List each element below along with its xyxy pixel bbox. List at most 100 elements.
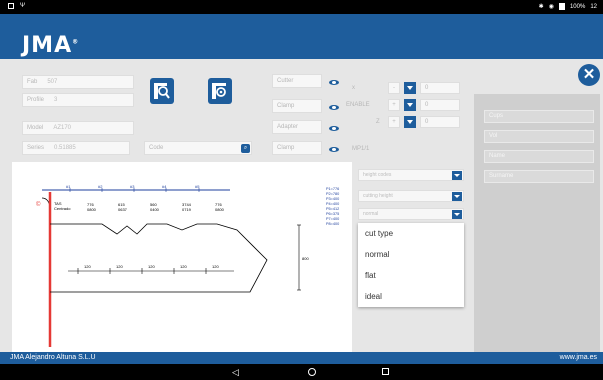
model-label: Model [27,125,44,131]
code-search-icon[interactable]: ⌕ [241,144,250,153]
signal-icon: Ψ [20,3,26,9]
wifi-icon: ◉ [548,4,554,10]
cutting-height-select[interactable]: cutting height [358,190,464,202]
recent-apps-icon[interactable] [382,368,389,375]
stepper-value-1-text: 0 [425,85,429,91]
stepper-value-3[interactable]: 0 [420,116,460,128]
jma-logo: JMA® [22,33,79,58]
clamp-field[interactable]: Clamp [272,99,322,113]
stepper-arrow-1[interactable] [404,82,416,94]
stepper-plus-3[interactable]: + [388,116,400,128]
clamp2-field[interactable]: Clamp [272,141,322,155]
cut-type-select[interactable]: normal [358,208,464,220]
chevron-down-icon [452,192,462,201]
website-link[interactable]: www.jma.es [560,354,597,361]
series-label: Series [27,145,45,151]
surname-input[interactable]: Surname [484,170,594,183]
adapter-label: Adapter [277,124,299,130]
app-header: JMA® [0,14,603,59]
spacing-labels: 120 120 120 120 120 [77,264,219,274]
option-flat[interactable]: flat [358,265,464,286]
clamp2-eye-icon[interactable] [329,146,339,153]
series-value: 0.51885 [54,145,76,151]
vol-input[interactable]: Vol [484,130,594,143]
clamp-eye-icon[interactable] [329,104,339,111]
cups-placeholder: Cups [489,113,504,119]
chevron-down-icon [452,210,462,219]
key-search-button[interactable] [150,78,174,104]
cutting-height-value: cutting height [363,193,393,199]
system-status-bar: Ψ ✱ ◉ 100% 12 [0,0,603,14]
option-ideal[interactable]: ideal [358,286,464,307]
back-icon[interactable]: ◁ [232,367,239,378]
code-input[interactable]: Code [144,141,252,155]
stepper-arrow-3[interactable] [404,116,416,128]
stepper-value-2[interactable]: 0 [420,99,460,111]
x-label: x [352,85,355,91]
param-label: P1=776 [326,187,339,191]
system-nav-bar: ◁ [0,364,603,380]
company-name: JMA Alejandro Altuna S.L.U [10,354,96,361]
height-codes-select[interactable]: height codes [358,169,464,181]
depth-value-label: 0800 [215,207,225,212]
bluetooth-icon: ✱ [538,4,544,10]
cutter-label: Cutter [277,78,294,84]
vol-placeholder: Vol [489,133,498,139]
footer-bar: JMA Alejandro Altuna S.L.U www.jma.es [0,352,603,364]
position-label: #4 [162,184,167,189]
key-view-button[interactable] [208,78,232,104]
home-icon[interactable] [308,368,316,376]
series-field[interactable]: Series 0.51885 [22,141,130,155]
spacing-label: 120 [148,264,155,269]
depth-code-labels: 776080061506375600400374407197760800 [87,202,225,212]
option-normal[interactable]: normal [358,244,464,265]
height-value: 800 [302,256,309,261]
chevron-down-icon [452,171,462,180]
fab-field[interactable]: Fab 507 [22,75,134,89]
stepper-value-1[interactable]: 0 [420,82,460,94]
stepper-arrow-2[interactable] [404,99,416,111]
cutter-eye-icon[interactable] [329,79,339,86]
profile-label: Profile [27,97,45,103]
position-labels: #1 #2 #3 #4 #5 [66,184,200,192]
close-button[interactable]: ✕ [578,64,600,86]
depth-value-label: 0400 [150,207,160,212]
z-label: Z [376,119,380,125]
model-field[interactable]: Model AZ170 [22,121,134,135]
height-codes-value: height codes [363,172,392,178]
battery-level: 100% [569,3,586,10]
close-icon: ✕ [582,66,596,83]
name-input[interactable]: Name [484,150,594,163]
shoulder-marker: © [36,201,41,208]
stepper-value-2-text: 0 [425,102,429,108]
fab-value: 507 [47,79,58,85]
stepper-plus-2[interactable]: + [388,99,400,111]
param-label: P4=400 [326,202,339,206]
key-search-icon [154,83,170,99]
cut-label-centrado: Centrado [54,206,71,211]
logo-mark: ® [72,38,80,46]
cut-type-value: normal [363,211,379,217]
cut-type-dropdown: cut type normal flat ideal [358,223,464,307]
option-cut-type[interactable]: cut type [358,223,464,244]
surname-placeholder: Surname [489,173,514,179]
mp-label: MP1/1 [352,146,370,152]
depth-value-label: 0719 [182,207,192,212]
stepper-minus-1[interactable]: - [388,82,400,94]
cutter-field[interactable]: Cutter [272,74,322,88]
profile-field[interactable]: Profile 3 [22,93,134,107]
depth-value-label: 0800 [87,207,97,212]
key-profile [50,223,268,293]
profile-value: 3 [54,97,58,103]
stepper-value-3-text: 0 [425,119,429,125]
adapter-field[interactable]: Adapter [272,120,322,134]
clamp2-label: Clamp [277,145,295,151]
notification-icon [8,3,14,9]
name-placeholder: Name [489,153,506,159]
position-label: #3 [130,184,135,189]
model-value: AZ170 [53,125,72,131]
code-placeholder: Code [149,145,164,151]
adapter-eye-icon[interactable] [329,125,339,132]
cups-input[interactable]: Cups [484,110,594,123]
position-label: #1 [66,184,71,189]
